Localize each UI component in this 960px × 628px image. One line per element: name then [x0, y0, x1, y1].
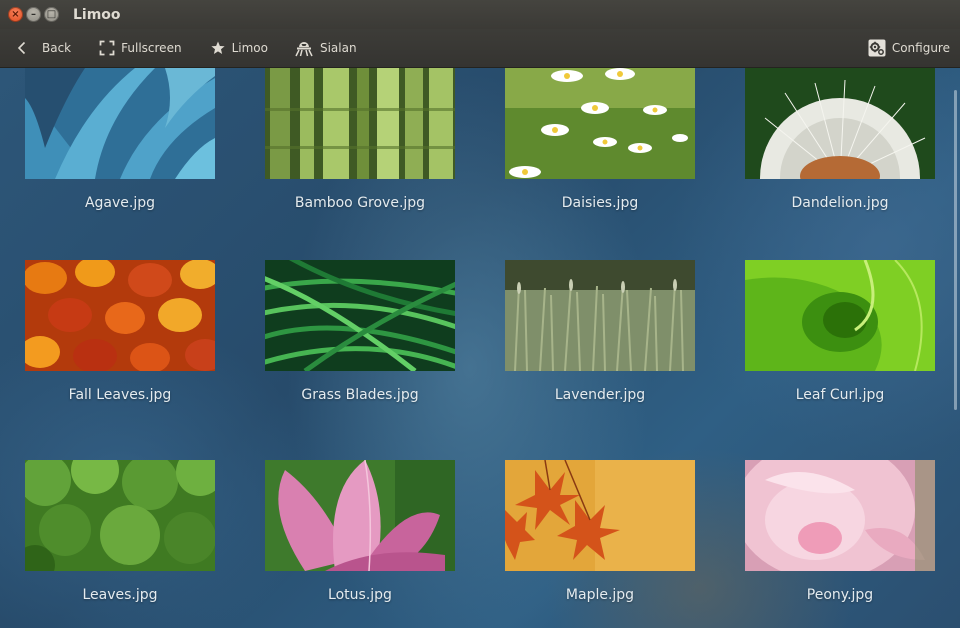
thumbnail-item[interactable]: Grass Blades.jpg — [265, 260, 455, 403]
gallery-area[interactable]: Agave.jpg Bamboo Grove.jpg Daisies.jpg D… — [0, 68, 960, 628]
thumbnail-caption: Fall Leaves.jpg — [68, 387, 172, 403]
configure-label: Configure — [891, 41, 950, 55]
thumbnail-item[interactable]: Daisies.jpg — [505, 68, 695, 211]
thumbnail-caption: Leaves.jpg — [82, 587, 158, 603]
star-icon — [210, 40, 226, 56]
sialan-button[interactable]: Sialan — [294, 29, 357, 68]
vertical-scrollbar[interactable] — [954, 90, 957, 410]
limoo-label: Limoo — [231, 41, 268, 55]
thumbnail-image[interactable] — [505, 460, 695, 571]
thumbnail-item[interactable]: Maple.jpg — [505, 460, 695, 603]
thumbnail-image[interactable] — [265, 460, 455, 571]
fullscreen-label: Fullscreen — [121, 41, 182, 55]
maximize-button[interactable]: □ — [44, 7, 59, 22]
configure-button[interactable]: Configure — [868, 29, 950, 68]
close-button[interactable]: × — [8, 7, 23, 22]
thumbnail-item[interactable]: Peony.jpg — [745, 460, 935, 603]
thumbnail-caption: Leaf Curl.jpg — [795, 387, 885, 403]
thumbnail-caption: Lotus.jpg — [328, 587, 392, 603]
back-label: Back — [42, 41, 72, 55]
thumbnail-item[interactable]: Lavender.jpg — [505, 260, 695, 403]
thumbnail-caption: Agave.jpg — [84, 195, 156, 211]
gear-icon — [868, 39, 886, 57]
thumbnail-item[interactable]: Agave.jpg — [25, 68, 215, 211]
sialan-icon — [294, 39, 314, 57]
thumbnail-item[interactable]: Fall Leaves.jpg — [25, 260, 215, 403]
window-title: Limoo — [73, 6, 121, 23]
thumbnail-item[interactable]: Dandelion.jpg — [745, 68, 935, 211]
thumbnail-caption: Daisies.jpg — [561, 195, 639, 211]
thumbnail-caption: Lavender.jpg — [554, 387, 646, 403]
thumbnail-item[interactable]: Leaves.jpg — [25, 460, 215, 603]
back-button[interactable]: Back — [14, 29, 71, 68]
thumbnail-grid: Agave.jpg Bamboo Grove.jpg Daisies.jpg D… — [0, 68, 960, 628]
thumbnail-image[interactable] — [25, 68, 215, 179]
thumbnail-caption: Grass Blades.jpg — [301, 387, 419, 403]
fullscreen-icon — [99, 40, 115, 56]
chevron-left-icon — [14, 40, 30, 56]
thumbnail-caption: Maple.jpg — [565, 587, 635, 603]
limoo-button[interactable]: Limoo — [210, 29, 268, 68]
thumbnail-image[interactable] — [745, 68, 935, 179]
thumbnail-image[interactable] — [265, 260, 455, 371]
thumbnail-image[interactable] — [25, 460, 215, 571]
thumbnail-item[interactable]: Lotus.jpg — [265, 460, 455, 603]
thumbnail-item[interactable]: Bamboo Grove.jpg — [265, 68, 455, 211]
thumbnail-caption: Peony.jpg — [806, 587, 874, 603]
thumbnail-caption: Bamboo Grove.jpg — [294, 195, 426, 211]
toolbar: Back Fullscreen Limoo Sialan Configure — [0, 29, 960, 68]
title-bar[interactable]: × – □ Limoo — [0, 0, 960, 29]
thumbnail-caption: Dandelion.jpg — [791, 195, 889, 211]
thumbnail-image[interactable] — [265, 68, 455, 179]
fullscreen-button[interactable]: Fullscreen — [99, 29, 182, 68]
sialan-label: Sialan — [319, 41, 357, 55]
limoo-window: × – □ Limoo Back Fullscreen Limoo Sialan… — [0, 0, 960, 628]
window-controls: × – □ — [8, 7, 59, 22]
thumbnail-item[interactable]: Leaf Curl.jpg — [745, 260, 935, 403]
thumbnail-image[interactable] — [745, 260, 935, 371]
thumbnail-image[interactable] — [745, 460, 935, 571]
thumbnail-image[interactable] — [505, 260, 695, 371]
thumbnail-image[interactable] — [505, 68, 695, 179]
thumbnail-image[interactable] — [25, 260, 215, 371]
minimize-button[interactable]: – — [26, 7, 41, 22]
